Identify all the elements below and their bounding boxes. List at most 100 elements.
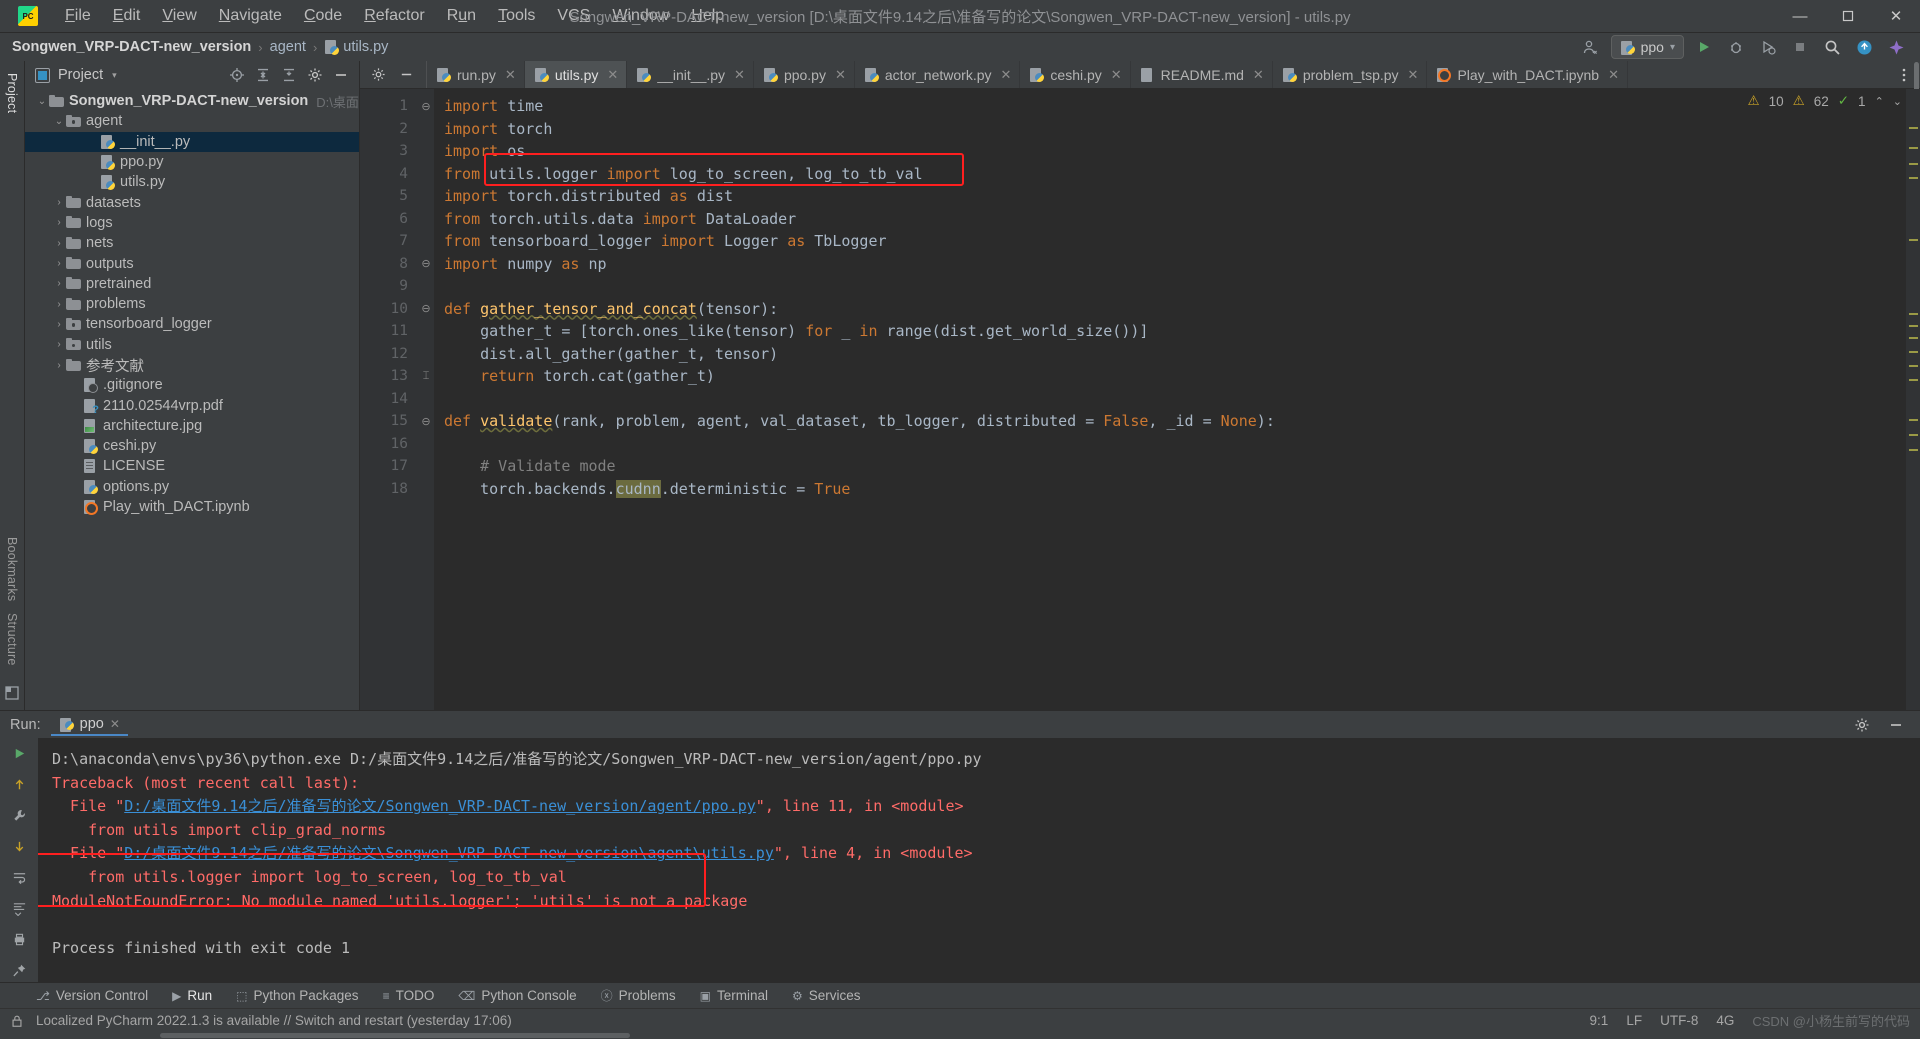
debug-button[interactable] (1724, 35, 1748, 59)
menu-item-window[interactable]: Window (601, 3, 680, 29)
tree-item-agent[interactable]: ⌄ agent (25, 111, 359, 131)
rerun-button[interactable] (7, 742, 31, 764)
tree-item-play_with_dact.ipynb[interactable]: Play_with_DACT.ipynb (25, 497, 359, 517)
fold-marker[interactable] (418, 433, 434, 456)
tree-item-license[interactable]: LICENSE (25, 456, 359, 476)
up-stack-button[interactable] (7, 773, 31, 795)
close-icon[interactable]: ✕ (1408, 67, 1419, 83)
caret-position[interactable]: 9:1 (1590, 1013, 1609, 1028)
fold-marker[interactable] (418, 208, 434, 231)
rail-item-project[interactable]: Project (5, 67, 19, 119)
tree-item-problems[interactable]: › problems (25, 294, 359, 314)
user-settings-icon[interactable] (1579, 35, 1603, 59)
tool-window-button-python-packages[interactable]: ⬚ Python Packages (224, 983, 370, 1009)
code-line[interactable]: from tensorboard_logger import Logger as… (434, 230, 1906, 253)
tree-item-architecture.jpg[interactable]: architecture.jpg (25, 416, 359, 436)
close-icon[interactable]: ✕ (1253, 67, 1264, 83)
menu-item-view[interactable]: View (151, 3, 207, 29)
fold-marker[interactable] (418, 320, 434, 343)
tool-window-button-terminal[interactable]: ▣ Terminal (688, 983, 780, 1009)
close-icon[interactable]: ✕ (110, 717, 120, 731)
code-line[interactable]: import os (434, 140, 1906, 163)
tree-item-outputs[interactable]: › outputs (25, 253, 359, 273)
code-line[interactable]: import numpy as np (434, 253, 1906, 276)
print-button[interactable] (7, 928, 31, 950)
fold-marker[interactable] (418, 275, 434, 298)
breadcrumb-project[interactable]: Songwen_VRP-DACT-new_version (12, 39, 251, 55)
tree-expander-icon[interactable]: › (52, 217, 66, 228)
fold-marker[interactable]: ⊖ (418, 298, 434, 321)
rail-item-structure[interactable]: Structure (5, 607, 19, 672)
run-hide-icon[interactable] (1884, 713, 1908, 737)
code-line[interactable]: import torch.distributed as dist (434, 185, 1906, 208)
code-line[interactable]: def gather_tensor_and_concat(tensor): (434, 298, 1906, 321)
coverage-button[interactable] (1756, 35, 1780, 59)
project-tree[interactable]: ⌄Songwen_VRP-DACT-new_versionD:\桌面文件9.⌄a… (25, 89, 359, 710)
code-line[interactable]: gather_t = [torch.ones_like(tensor) for … (434, 320, 1906, 343)
run-settings-icon[interactable] (1850, 713, 1874, 737)
maximize-button[interactable] (1824, 0, 1872, 33)
fold-marker[interactable] (418, 343, 434, 366)
horizontal-scrollbar[interactable] (0, 1032, 1920, 1039)
tree-expander-icon[interactable]: › (52, 360, 66, 371)
tree-item-ceshi.py[interactable]: ceshi.py (25, 436, 359, 456)
tree-item-ppo.py[interactable]: ppo.py (25, 152, 359, 172)
editor-tab-run.py[interactable]: run.py ✕ (427, 61, 525, 88)
inspection-widget[interactable]: ⚠ 10 ⚠ 62 ✓ 1 ⌃ ⌄ (1747, 93, 1902, 109)
fold-marker[interactable] (418, 230, 434, 253)
code-line[interactable]: import torch (434, 118, 1906, 141)
tool-window-button-problems[interactable]: ⓧ Problems (589, 983, 688, 1009)
fold-marker[interactable] (418, 478, 434, 501)
tree-item-tensorboard_logger[interactable]: › tensorboard_logger (25, 314, 359, 334)
inspection-prev-icon[interactable]: ⌃ (1875, 95, 1884, 108)
close-icon[interactable]: ✕ (1111, 67, 1122, 83)
tree-expander-icon[interactable]: ⌄ (52, 116, 66, 127)
run-session-tab[interactable]: ppo ✕ (50, 714, 128, 736)
tree-item-pretrained[interactable]: › pretrained (25, 274, 359, 294)
lock-icon[interactable] (8, 1009, 26, 1033)
menu-item-navigate[interactable]: Navigate (208, 3, 293, 29)
menu-item-run[interactable]: Run (436, 3, 487, 29)
editor-tab-readme.md[interactable]: README.md ✕ (1131, 61, 1273, 88)
code-line[interactable]: return torch.cat(gather_t) (434, 365, 1906, 388)
tree-item-2110.02544vrp.pdf[interactable]: 2110.02544vrp.pdf (25, 395, 359, 416)
tree-expander-icon[interactable]: › (52, 258, 66, 269)
breadcrumb-folder[interactable]: agent (270, 39, 306, 55)
run-configuration-selector[interactable]: ppo ▾ (1610, 35, 1684, 59)
editor-error-stripe[interactable] (1906, 89, 1920, 710)
tree-item-songwen_vrpdactnew_version[interactable]: ⌄ Songwen_VRP-DACT-new_version D:\桌面文件9. (25, 91, 359, 111)
status-message[interactable]: Localized PyCharm 2022.1.3 is available … (36, 1013, 512, 1028)
ai-assistant-icon[interactable] (1884, 35, 1908, 59)
code-line[interactable]: torch.backends.cudnn.deterministic = Tru… (434, 478, 1906, 501)
menu-item-refactor[interactable]: Refactor (353, 3, 435, 29)
tree-item-.gitignore[interactable]: .gitignore (25, 375, 359, 395)
settings-wrench-button[interactable] (7, 804, 31, 826)
editor-settings-icon[interactable] (366, 63, 390, 87)
fold-marker[interactable] (418, 388, 434, 411)
tree-item-utils[interactable]: › utils (25, 335, 359, 355)
tool-window-button-run[interactable]: ▶ Run (160, 983, 224, 1009)
scroll-to-end-button[interactable] (7, 897, 31, 919)
collapse-all-icon[interactable] (277, 63, 301, 87)
code-line[interactable]: def validate(rank, problem, agent, val_d… (434, 410, 1906, 433)
editor-tab-__init__.py[interactable]: __init__.py ✕ (627, 61, 754, 88)
tree-item-参考文献[interactable]: › 参考文献 (25, 355, 359, 375)
traceback-file-link[interactable]: D:/桌面文件9.14之后/准备写的论文\Songwen_VRP-DACT-ne… (124, 844, 774, 862)
tool-window-button-python-console[interactable]: ⌫ Python Console (446, 983, 588, 1009)
search-icon[interactable] (1820, 35, 1844, 59)
fold-marker[interactable] (418, 185, 434, 208)
fold-marker[interactable] (418, 455, 434, 478)
tool-window-button-services[interactable]: ⚙ Services (780, 983, 873, 1009)
soft-wrap-button[interactable] (7, 866, 31, 888)
tree-item-__init__.py[interactable]: __init__.py (25, 131, 359, 152)
editor-tab-problem_tsp.py[interactable]: problem_tsp.py ✕ (1273, 61, 1428, 88)
close-icon[interactable]: ✕ (835, 67, 846, 83)
run-button[interactable] (1692, 35, 1716, 59)
fold-marker[interactable] (418, 118, 434, 141)
breadcrumb-file[interactable]: utils.py (343, 39, 388, 55)
menu-item-tools[interactable]: Tools (487, 3, 546, 29)
tool-window-button-todo[interactable]: ≡ TODO (371, 983, 447, 1009)
fold-marker[interactable] (418, 163, 434, 186)
editor-tab-actor_network.py[interactable]: actor_network.py ✕ (855, 61, 1021, 88)
settings-rail-icon[interactable] (0, 682, 24, 704)
